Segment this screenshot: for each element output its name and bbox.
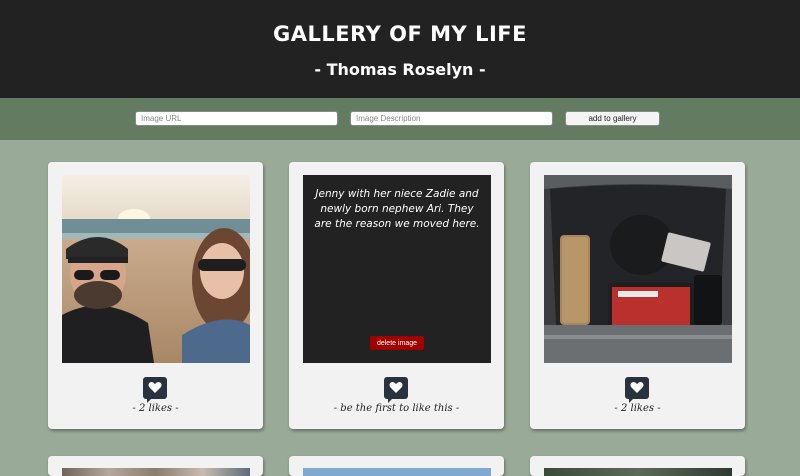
like-button[interactable] [384,377,408,403]
gallery-card [48,456,263,476]
gallery-card [289,456,504,476]
image-description-input[interactable] [350,111,553,126]
image-url-input[interactable] [135,111,338,126]
page-title: GALLERY OF MY LIFE [273,22,527,46]
heart-icon [148,382,162,393]
likes-count: - 2 likes - [614,403,661,414]
delete-image-button[interactable]: delete image [370,336,424,350]
page-header: GALLERY OF MY LIFE - Thomas Roselyn - [0,0,800,98]
gallery-card: - 2 likes - [48,162,263,429]
gallery-card: Jenny with her niece Zadie and newly bor… [289,162,504,429]
image-description-overlay: Jenny with her niece Zadie and newly bor… [303,175,491,363]
gallery-card: - 2 likes - [530,162,745,429]
gallery-card [530,456,745,476]
add-image-form: add to gallery [0,98,800,140]
like-button[interactable] [625,377,649,403]
heart-icon [389,382,403,393]
gallery-image[interactable] [62,175,250,363]
gallery-image[interactable] [544,468,732,476]
gallery-image[interactable] [62,468,250,476]
likes-count: - 2 likes - [132,403,179,414]
heart-icon [630,382,644,393]
likes-count: - be the first to like this - [333,403,460,414]
add-to-gallery-button[interactable]: add to gallery [565,111,660,126]
gallery-image[interactable] [544,175,732,363]
page-subtitle: - Thomas Roselyn - [314,60,486,79]
gallery-image[interactable]: Jenny with her niece Zadie and newly bor… [303,175,491,363]
like-button[interactable] [143,377,167,403]
image-description: Jenny with her niece Zadie and newly bor… [314,188,480,230]
gallery-image[interactable] [303,468,491,476]
